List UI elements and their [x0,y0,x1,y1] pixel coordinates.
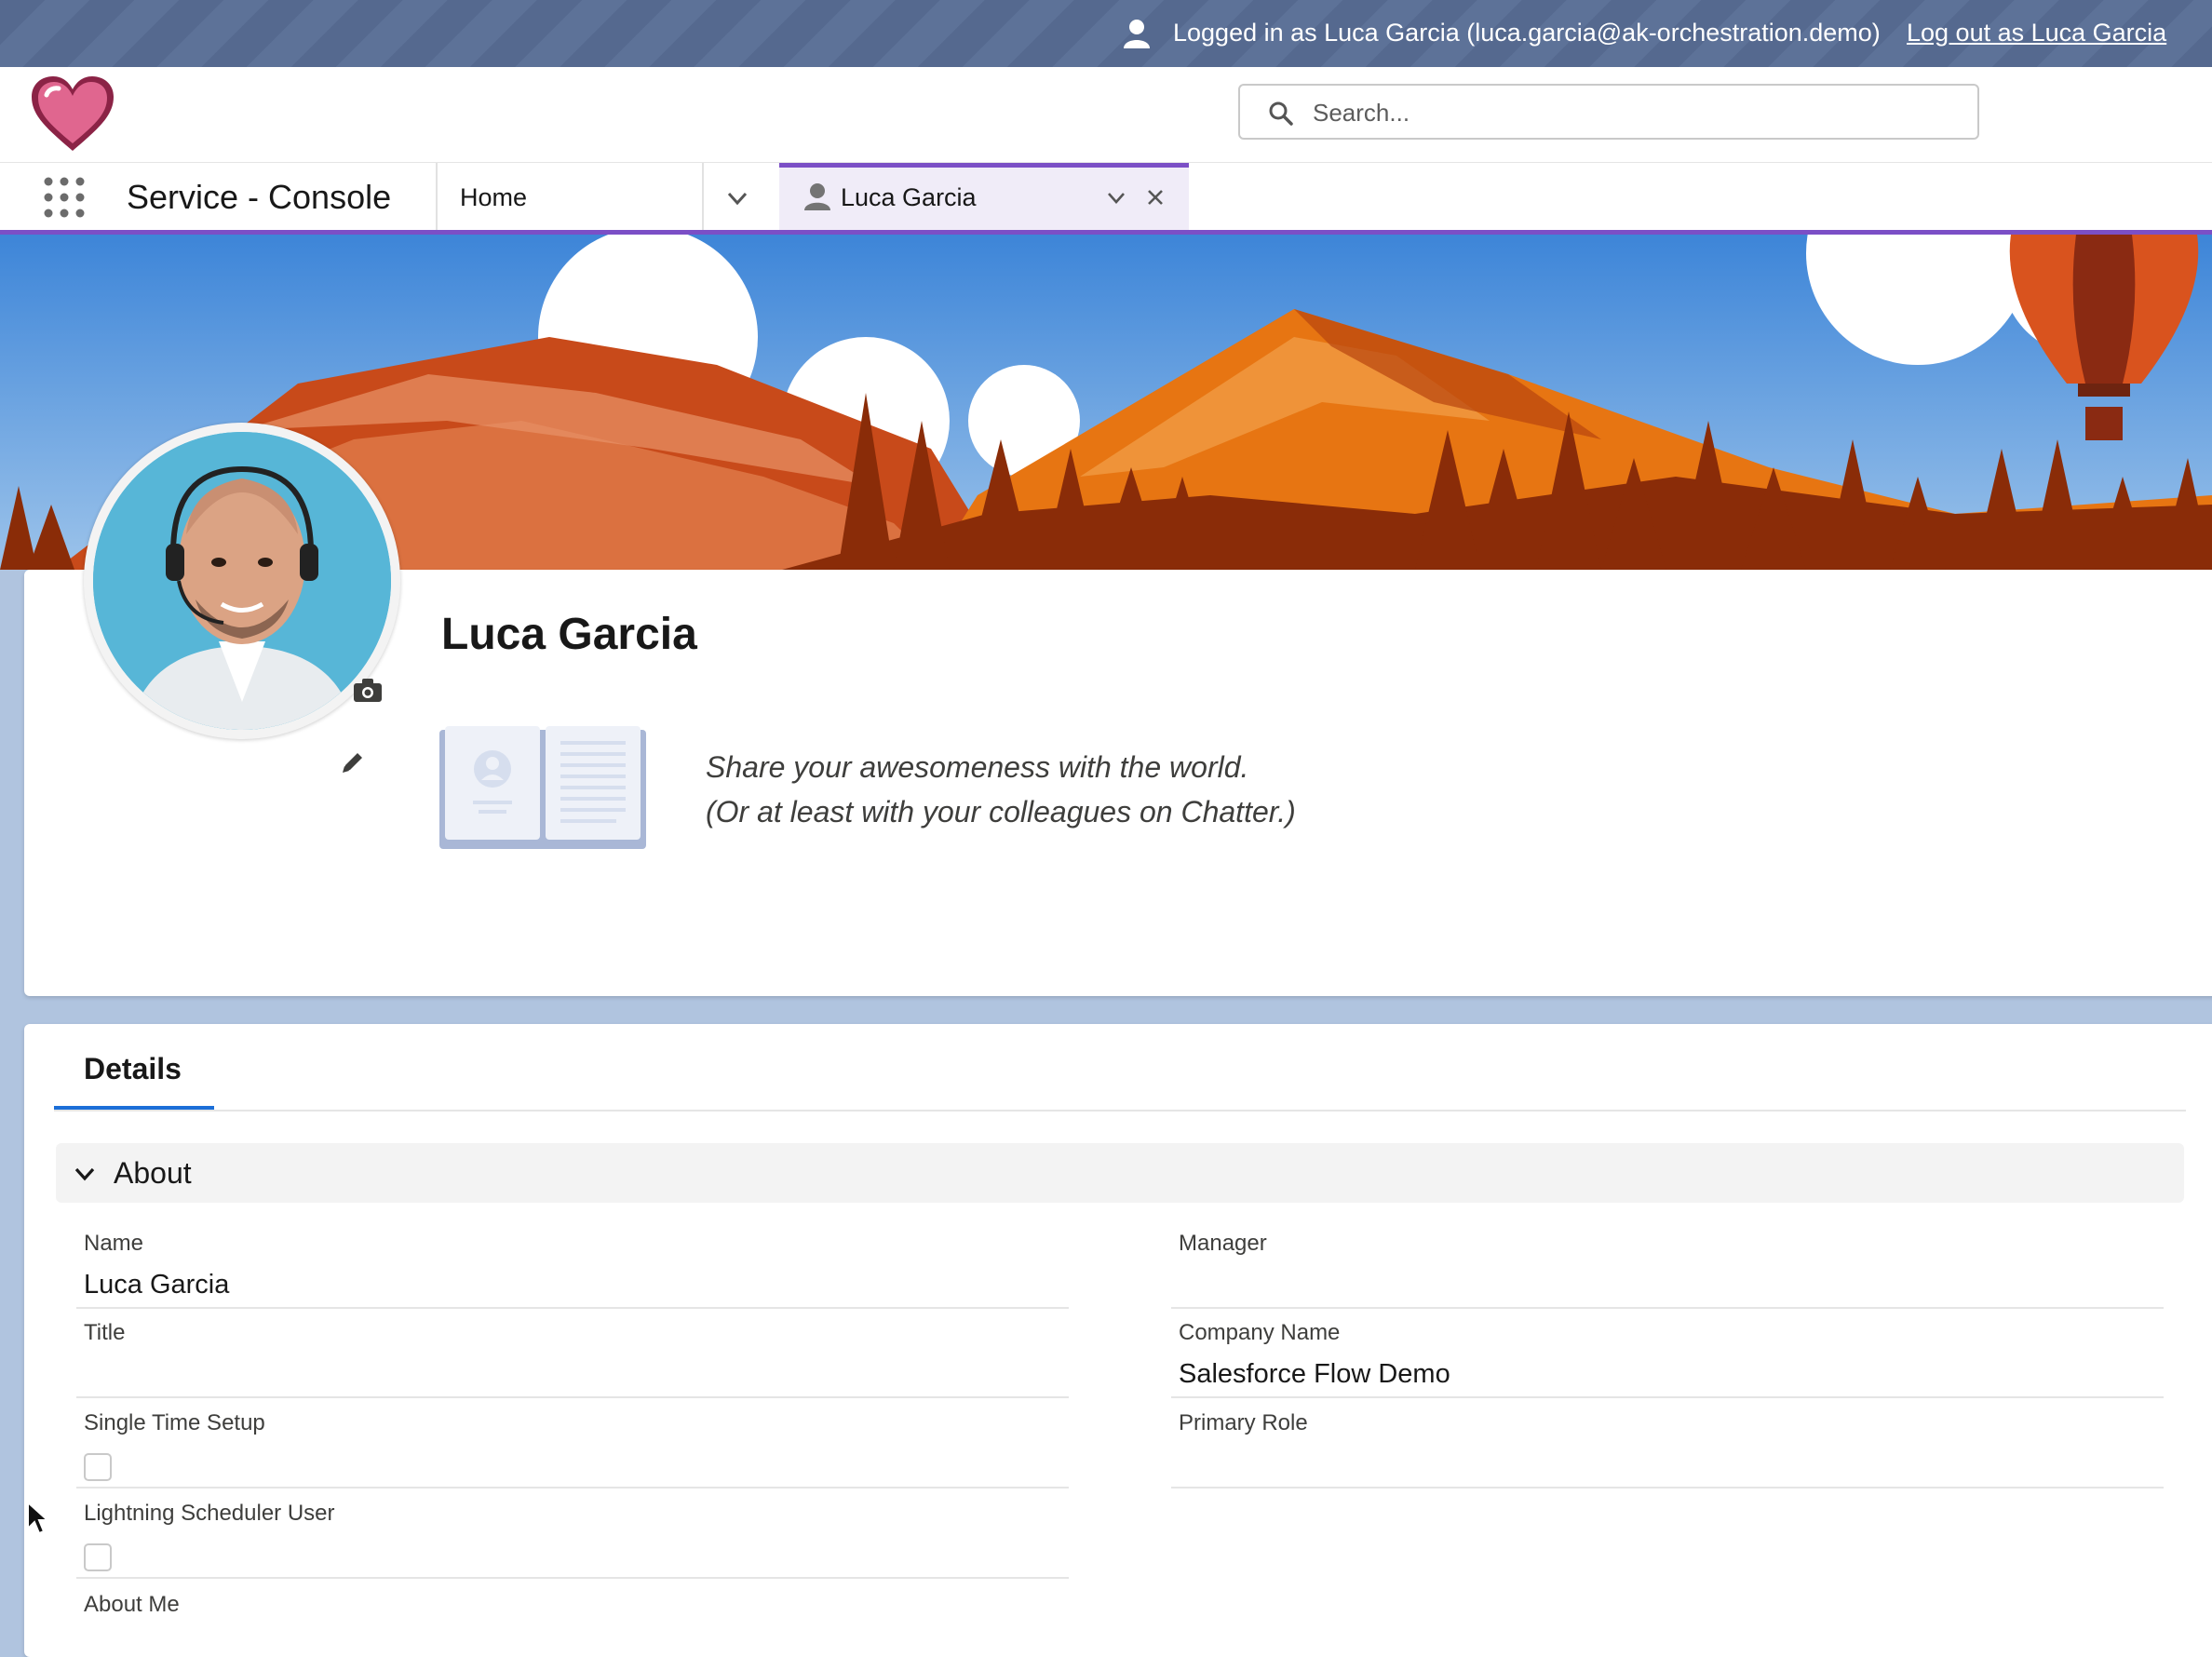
single-time-setup-checkbox[interactable] [84,1453,112,1481]
chevron-down-icon [74,1167,95,1181]
user-icon [804,183,830,210]
search-input[interactable] [1311,93,1957,132]
tab-label: Luca Garcia [841,183,977,211]
field-divider [1171,1487,2164,1489]
camera-icon[interactable] [352,676,384,704]
logout-link[interactable]: Log out as Luca Garcia [1907,19,2166,47]
field-divider [76,1577,1069,1579]
section-title: About [114,1156,192,1190]
tab-details[interactable]: Details [84,1052,182,1086]
chevron-down-icon[interactable] [1105,186,1127,209]
login-as-bar: Logged in as Luca Garcia (luca.garcia@ak… [0,0,2212,67]
title-label: Title [84,1320,126,1345]
about-me-label: About Me [84,1592,180,1617]
profile-name: Luca Garcia [441,610,697,659]
lightning-scheduler-checkbox[interactable] [84,1543,112,1571]
tab-home[interactable]: Home [460,183,527,212]
field-divider [1171,1307,2164,1309]
manager-label: Manager [1179,1231,1267,1256]
section-about-header[interactable]: About [56,1143,2184,1203]
close-icon[interactable] [1144,186,1167,209]
app-launcher-icon[interactable] [43,176,86,219]
tab-luca-garcia[interactable]: Luca Garcia [779,163,1189,230]
nav-divider [436,163,438,230]
name-label: Name [84,1231,144,1256]
search-icon [1269,101,1293,126]
heart-logo[interactable] [28,74,117,155]
field-divider [76,1487,1069,1489]
lightning-scheduler-label: Lightning Scheduler User [84,1501,335,1526]
console-nav-bar: Service - Console Home Luca Garcia [0,163,2212,235]
user-icon [1124,20,1150,48]
company-name-label: Company Name [1179,1320,1341,1345]
field-divider [1171,1396,2164,1398]
avatar[interactable] [93,432,391,730]
tab-divider [54,1110,2186,1111]
primary-role-label: Primary Role [1179,1410,1308,1435]
book-icon [439,726,646,849]
share-prompt-line1: Share your awesomeness with the world. [706,750,1249,784]
search-box[interactable] [1238,84,1979,140]
pencil-icon[interactable] [339,748,367,776]
nav-divider [702,163,704,230]
mouse-cursor-icon [27,1501,50,1535]
name-value: Luca Garcia [84,1270,230,1300]
app-name: Service - Console [127,178,392,216]
share-prompt-line2: (Or at least with your colleagues on Cha… [706,795,1296,828]
field-divider [76,1396,1069,1398]
global-header [0,67,2212,164]
details-card [24,1024,2212,1657]
logged-in-text: Logged in as Luca Garcia (luca.garcia@ak… [1173,19,1881,47]
company-name-value: Salesforce Flow Demo [1179,1359,1450,1389]
chevron-down-icon[interactable] [724,185,750,211]
field-divider [76,1307,1069,1309]
single-time-setup-label: Single Time Setup [84,1410,265,1435]
